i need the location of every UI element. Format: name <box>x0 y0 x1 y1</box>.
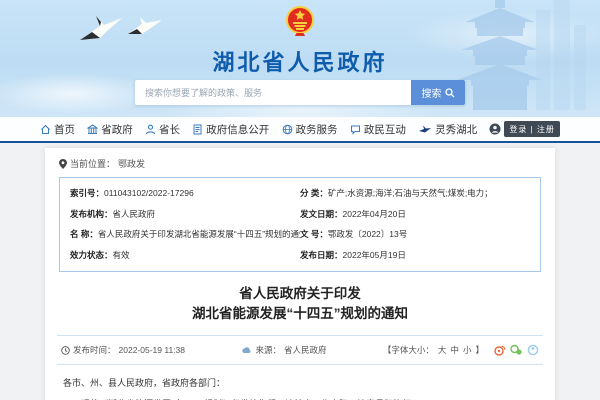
article-title: 省人民政府关于印发 湖北省能源发展“十四五”规划的通知 <box>59 284 541 326</box>
content-area: 当前位置： 鄂政发 索引号：011043102/2022-17296 分 类：矿… <box>0 143 600 398</box>
document-metadata-table: 索引号：011043102/2022-17296 分 类：矿产;水资源;海洋;石… <box>59 177 541 272</box>
nav-item-scenic-hubei[interactable]: 灵秀湖北 <box>418 122 477 137</box>
meta-issue-date: 发文日期：2022年04月20日 <box>300 209 530 220</box>
bird-icon <box>418 124 432 135</box>
search-icon <box>445 88 455 98</box>
auth-area: 登录 | 注册 <box>489 121 560 137</box>
publish-time: 发布时间： 2022-05-19 11:38 <box>61 344 185 356</box>
meta-document-title: 名 称：省人民政府关于印发湖北省能源发展“十四五”规划的通知 <box>70 229 300 240</box>
clock-icon <box>61 346 70 355</box>
government-building-icon <box>87 124 98 135</box>
chat-bubble-icon <box>350 124 361 135</box>
font-size-medium[interactable]: 中 <box>450 344 459 356</box>
search-input[interactable] <box>135 80 411 105</box>
font-size-large[interactable]: 大 <box>438 344 447 356</box>
meta-index-number: 索引号：011043102/2022-17296 <box>70 188 300 199</box>
article-body: 各市、州、县人民政府，省政府各部门： 现将《湖北省能源发展“十四五”规划》印发给… <box>59 365 541 400</box>
font-size-control: 【字体大小： 大 中 小 】 <box>383 344 539 356</box>
article-source: 来源： 省人民政府 <box>241 344 326 356</box>
document-card: 当前位置： 鄂政发 索引号：011043102/2022-17296 分 类：矿… <box>45 148 555 400</box>
meta-validity-status: 效力状态：有效 <box>70 250 300 261</box>
font-size-small[interactable]: 小 <box>463 344 472 356</box>
nav-item-provincial-government[interactable]: 省政府 <box>87 122 133 137</box>
search-button[interactable]: 搜索 <box>411 80 465 105</box>
location-pin-icon <box>59 159 67 169</box>
breadcrumb: 当前位置： 鄂政发 <box>59 154 541 177</box>
document-icon <box>192 124 203 135</box>
weibo-share-icon[interactable] <box>494 344 506 356</box>
share-buttons <box>494 344 539 356</box>
meta-document-number: 文 号：鄂政发〔2022〕13号 <box>300 229 530 240</box>
nav-item-public-interaction[interactable]: 政民互动 <box>350 122 406 137</box>
nav-item-governor[interactable]: 省长 <box>145 122 180 137</box>
site-title: 湖北省人民政府 <box>0 45 600 77</box>
nav-item-home[interactable]: 首页 <box>40 122 75 137</box>
nav-item-info-disclosure[interactable]: 政府信息公开 <box>192 122 269 137</box>
nav-item-gov-services[interactable]: 政务服务 <box>282 122 338 137</box>
qq-share-icon[interactable] <box>527 344 539 356</box>
main-nav: 首页 省政府 省长 政府信息公开 政务服务 政民互动 灵秀湖北 登录 | 注册 <box>0 117 600 143</box>
meta-category: 分 类：矿产;水资源;海洋;石油与天然气;煤炭;电力； <box>300 188 530 199</box>
home-icon <box>40 124 51 135</box>
meta-issuing-agency: 发布机构：省人民政府 <box>70 209 300 220</box>
wechat-share-icon[interactable] <box>510 344 523 356</box>
body-paragraph: 现将《湖北省能源发展“十四五”规划》印发给你们，请结合工作实际，认真贯彻执行。 <box>63 396 537 400</box>
user-icon <box>489 123 501 135</box>
site-header: 湖北省人民政府 WWW.HUBEI.GOV.CN 搜索 <box>0 0 600 117</box>
salutation: 各市、州、县人民政府，省政府各部门： <box>63 375 537 392</box>
meta-publish-date: 发布日期：2022年05月19日 <box>300 250 530 261</box>
article-meta-row: 发布时间： 2022-05-19 11:38 来源： 省人民政府 【字体大小： … <box>59 336 541 364</box>
cloud-icon <box>241 346 252 354</box>
globe-icon <box>282 124 293 135</box>
national-emblem <box>285 6 315 38</box>
breadcrumb-current[interactable]: 鄂政发 <box>118 157 145 170</box>
search-button-label: 搜索 <box>422 85 442 100</box>
search-bar: 搜索 <box>135 80 465 105</box>
breadcrumb-label: 当前位置： <box>70 157 115 170</box>
login-register-button[interactable]: 登录 | 注册 <box>504 121 560 137</box>
person-icon <box>145 124 156 135</box>
